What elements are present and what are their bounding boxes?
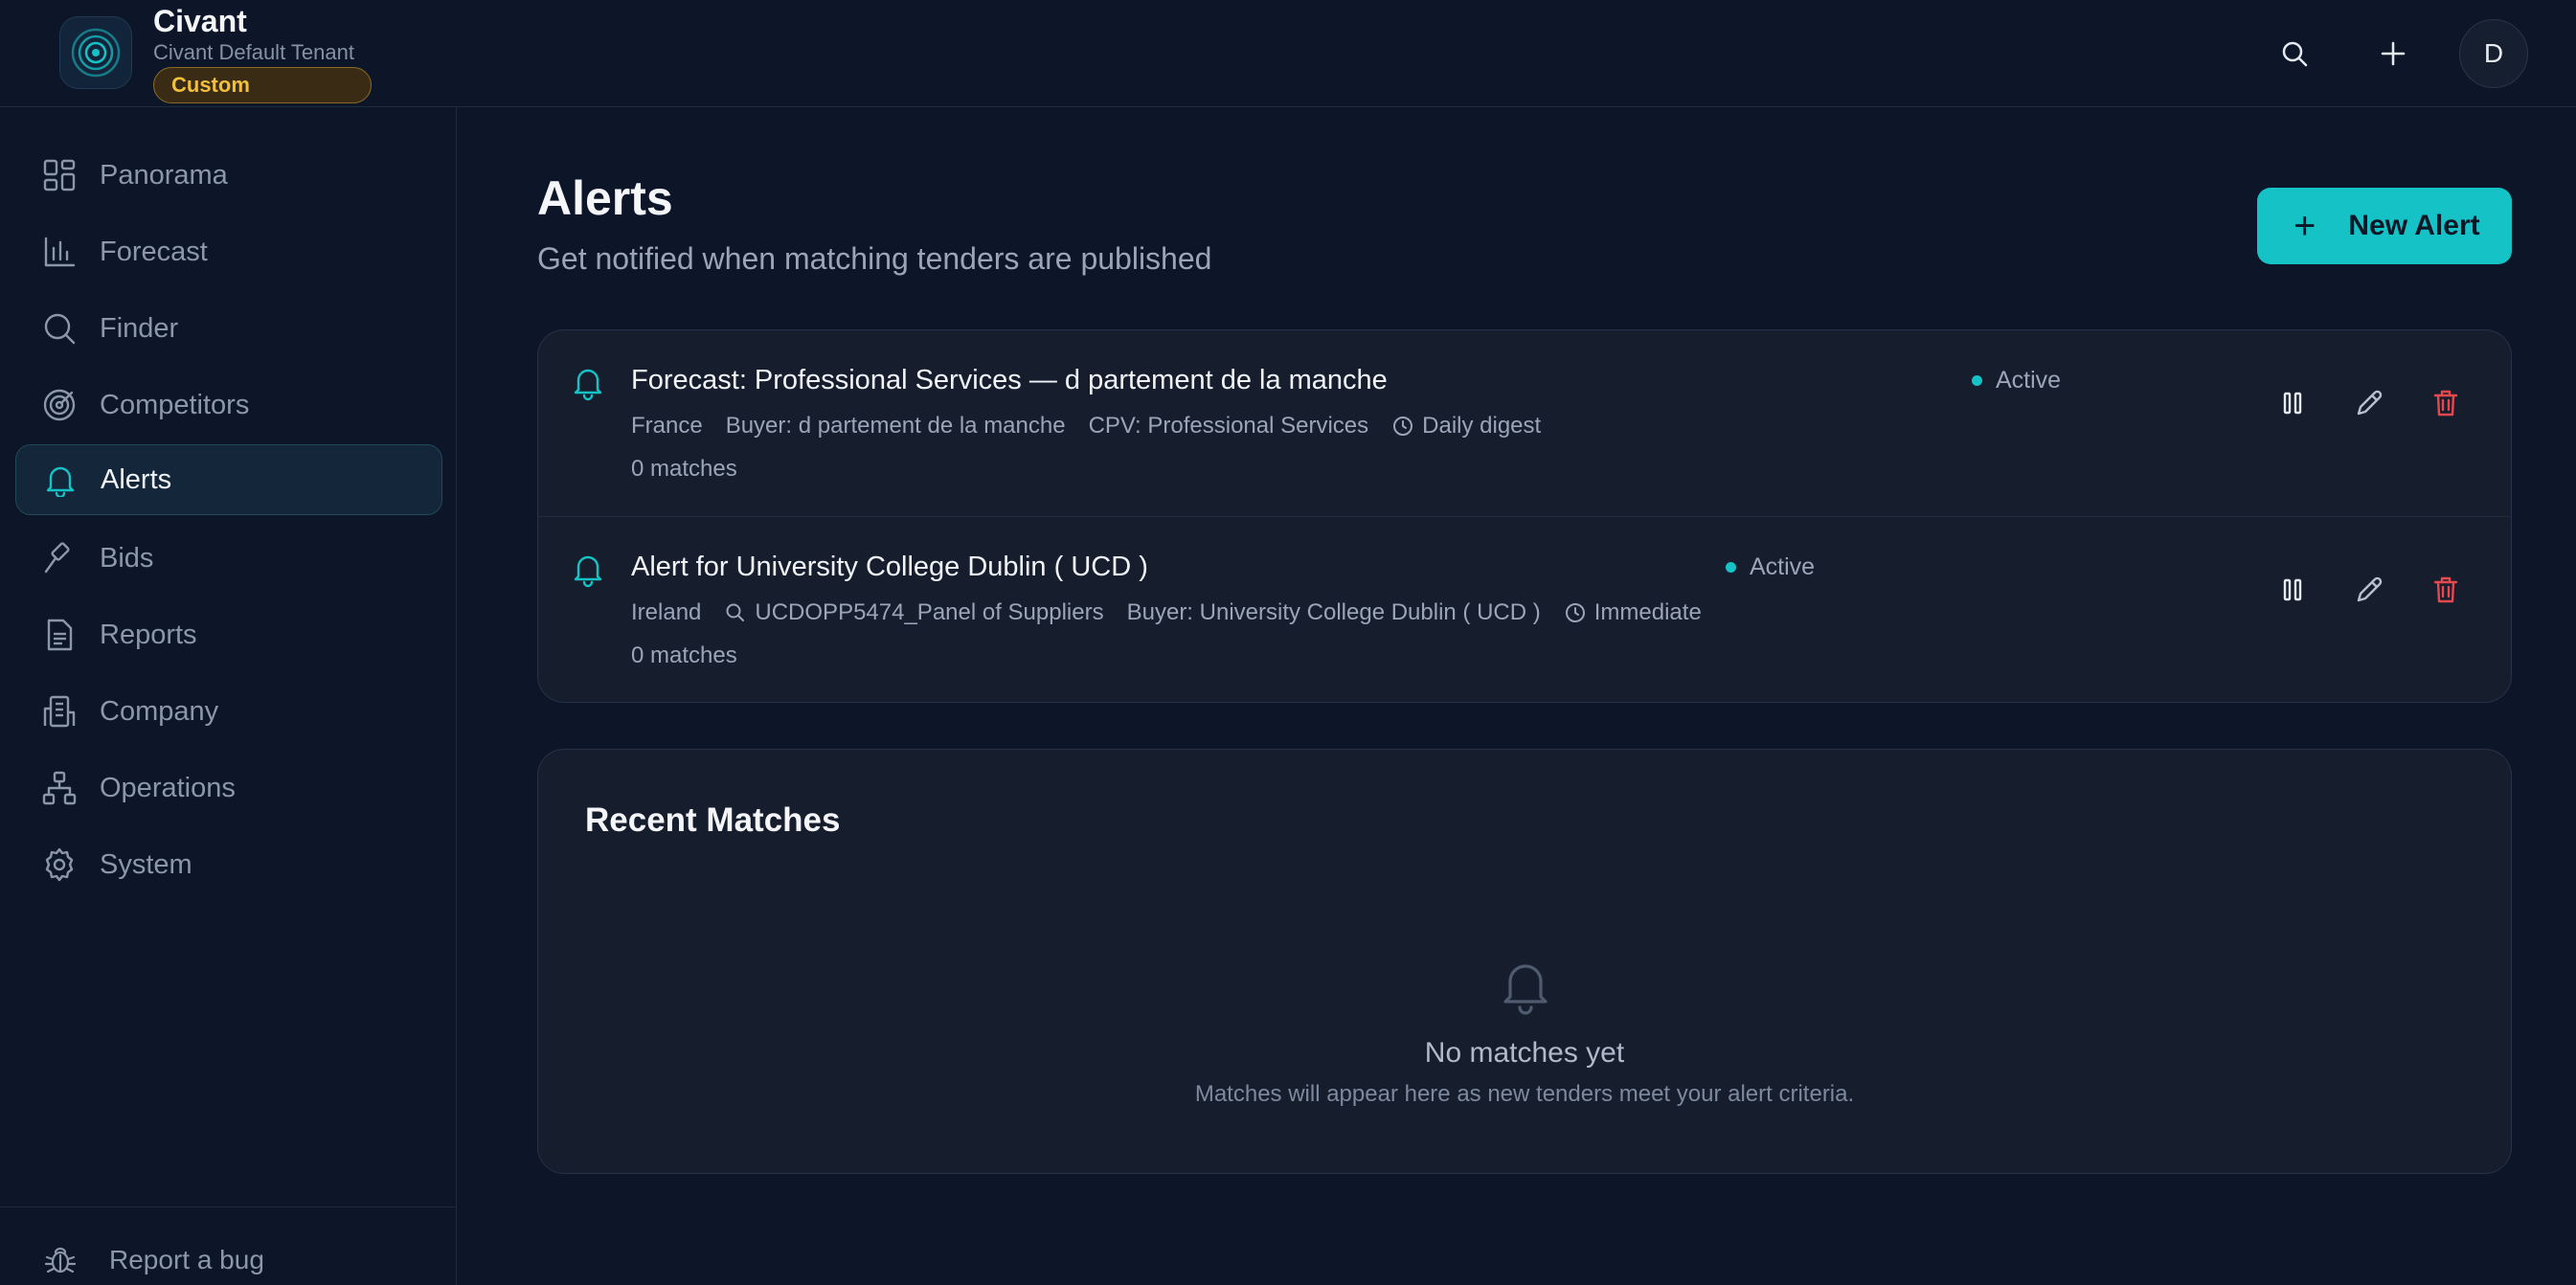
alert-buyer: Buyer: University College Dublin ( UCD ) <box>1126 599 1541 625</box>
sidebar-item-forecast[interactable]: Forecast <box>15 216 442 287</box>
status-label: Active <box>1996 367 2062 394</box>
alert-keyword: UCDOPP5474_Panel of Suppliers <box>724 599 1104 626</box>
sidebar-item-label: System <box>100 848 192 880</box>
edit-icon[interactable] <box>2342 563 2396 617</box>
alert-meta: Ireland UCDOPP5474_Panel of Suppliers Bu… <box>631 599 1725 626</box>
page-title: Alerts <box>537 171 673 225</box>
plus-icon: + <box>2294 205 2316 247</box>
alerts-list: Forecast: Professional Services — d part… <box>537 329 2512 703</box>
brand-logo-icon[interactable] <box>59 16 132 89</box>
search-icon[interactable] <box>2266 25 2323 82</box>
clock-icon <box>1391 415 1414 438</box>
page-subtitle: Get notified when matching tenders are p… <box>537 241 1212 276</box>
status-dot <box>1972 375 1982 386</box>
alert-meta: France Buyer: d partement de la manche C… <box>631 413 1564 440</box>
clock-icon <box>1564 601 1587 624</box>
sidebar-item-bids[interactable]: Bids <box>15 523 442 594</box>
sidebar-item-label: Bids <box>100 542 154 574</box>
bar-chart-icon <box>40 233 79 271</box>
gear-icon <box>40 845 79 884</box>
sidebar-item-company[interactable]: Company <box>15 676 442 747</box>
network-icon <box>40 769 79 807</box>
recent-matches-panel: Recent Matches No matches yet Matches wi… <box>537 749 2512 1174</box>
top-bar: Civant Civant Default Tenant Custom D <box>0 0 2576 107</box>
tenant-name[interactable]: Civant Default Tenant <box>153 40 354 65</box>
sidebar-item-reports[interactable]: Reports <box>15 599 442 670</box>
building-icon <box>40 692 79 731</box>
bell-icon <box>569 363 607 401</box>
plus-icon[interactable] <box>2364 25 2422 82</box>
alert-title[interactable]: Alert for University College Dublin ( UC… <box>631 552 1148 583</box>
plan-badge: Custom <box>153 67 372 103</box>
sidebar-item-finder[interactable]: Finder <box>15 293 442 364</box>
gavel-icon <box>40 539 79 577</box>
sidebar-item-label: Alerts <box>101 463 172 495</box>
empty-state-description: Matches will appear here as new tenders … <box>1194 1081 1855 1107</box>
empty-state-title: No matches yet <box>1424 1037 1625 1069</box>
alert-item[interactable]: Forecast: Professional Services — d part… <box>538 330 2511 516</box>
sidebar-item-system[interactable]: System <box>15 829 442 900</box>
new-alert-label: New Alert <box>2348 210 2480 241</box>
sidebar-item-label: Finder <box>100 312 179 344</box>
sidebar-item-alerts[interactable]: Alerts <box>15 444 442 515</box>
dashboard-icon <box>40 156 79 194</box>
document-icon <box>40 616 79 654</box>
sidebar-item-label: Competitors <box>100 389 250 420</box>
bell-icon <box>1495 955 1556 1016</box>
sidebar-footer: Report a bug <box>0 1206 457 1285</box>
user-avatar[interactable]: D <box>2459 19 2528 88</box>
status-badge: Active <box>1726 553 1815 581</box>
delete-icon[interactable] <box>2419 563 2473 617</box>
alert-item[interactable]: Alert for University College Dublin ( UC… <box>538 516 2511 702</box>
sidebar-item-label: Forecast <box>100 236 208 267</box>
alert-buyer: Buyer: d partement de la manche <box>725 413 1066 439</box>
recent-matches-title: Recent Matches <box>585 801 841 839</box>
alert-matches: 0 matches <box>631 456 737 482</box>
brand-name: Civant <box>153 4 247 38</box>
alert-title[interactable]: Forecast: Professional Services — d part… <box>631 365 1388 396</box>
frequency-label: Immediate <box>1593 599 1702 625</box>
sidebar: Panorama Forecast Finder Competitors Ale… <box>0 107 457 1285</box>
alert-frequency: Daily digest <box>1391 413 1541 440</box>
sidebar-item-label: Reports <box>100 619 197 650</box>
status-label: Active <box>1750 553 1816 580</box>
search-icon <box>40 309 79 348</box>
alert-country: Ireland <box>631 599 702 625</box>
report-bug-label: Report a bug <box>109 1245 264 1274</box>
sidebar-item-label: Panorama <box>100 159 228 191</box>
pause-icon[interactable] <box>2266 563 2319 617</box>
keyword-label: UCDOPP5474_Panel of Suppliers <box>755 599 1104 625</box>
status-dot <box>1726 562 1736 573</box>
alert-frequency: Immediate <box>1564 599 1702 626</box>
target-icon <box>40 386 79 424</box>
search-icon <box>724 601 747 624</box>
frequency-label: Daily digest <box>1422 413 1542 439</box>
alert-cpv: CPV: Professional Services <box>1088 413 1369 439</box>
new-alert-button[interactable]: + New Alert <box>2257 188 2512 264</box>
sidebar-item-competitors[interactable]: Competitors <box>15 370 442 440</box>
report-bug-link[interactable]: Report a bug <box>42 1242 264 1278</box>
status-badge: Active <box>1972 367 2061 395</box>
bell-icon <box>569 550 607 588</box>
alert-matches: 0 matches <box>631 642 737 668</box>
bell-icon <box>41 461 79 499</box>
sidebar-item-panorama[interactable]: Panorama <box>15 140 442 211</box>
edit-icon[interactable] <box>2342 376 2396 430</box>
pause-icon[interactable] <box>2266 376 2319 430</box>
sidebar-item-operations[interactable]: Operations <box>15 753 442 823</box>
alert-country: France <box>631 413 703 439</box>
sidebar-item-label: Operations <box>100 772 236 803</box>
sidebar-item-label: Company <box>100 695 219 727</box>
bug-icon <box>42 1242 79 1278</box>
delete-icon[interactable] <box>2419 376 2473 430</box>
